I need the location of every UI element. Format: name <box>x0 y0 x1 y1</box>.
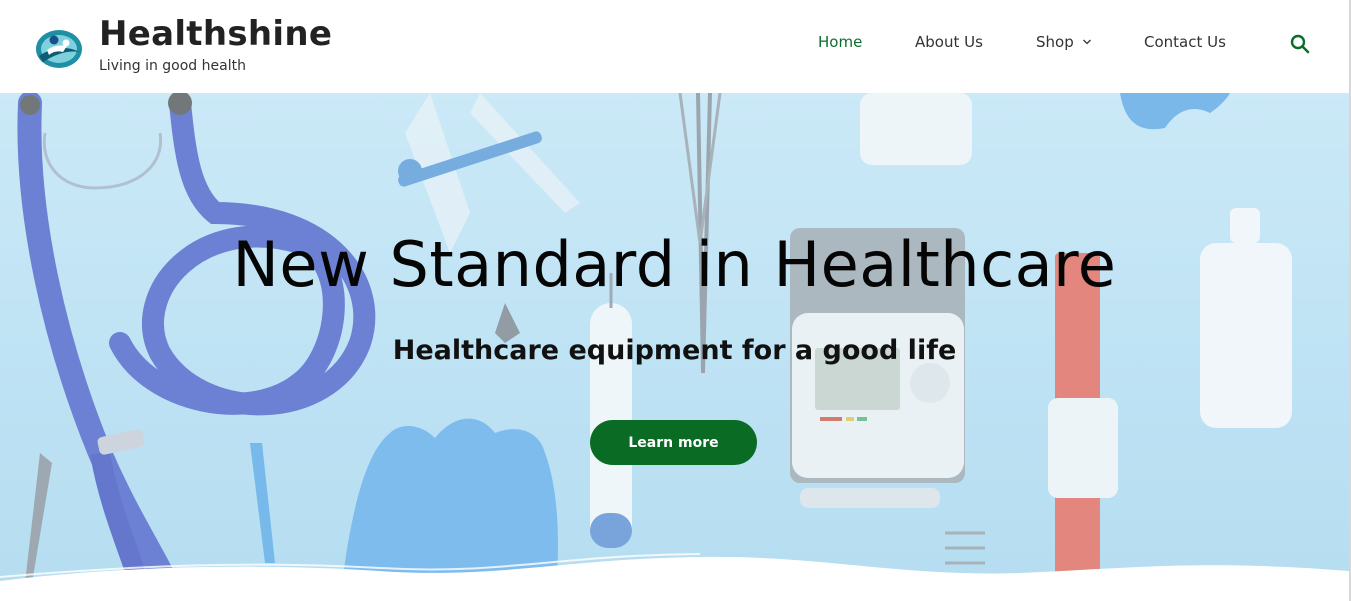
search-icon[interactable] <box>1289 33 1311 55</box>
hero-subheading: Healthcare equipment for a good life <box>392 335 957 366</box>
site-header: Healthshine Living in good health Home A… <box>0 0 1351 93</box>
hero-heading: New Standard in Healthcare <box>232 228 1117 301</box>
hero-section: New Standard in Healthcare Healthcare eq… <box>0 93 1349 601</box>
chevron-down-icon <box>1082 39 1091 45</box>
site-title[interactable]: Healthshine <box>99 14 332 54</box>
brand[interactable]: Healthshine Living in good health <box>33 14 332 74</box>
nav-item-contact-us[interactable]: Contact Us <box>1144 31 1226 53</box>
nav-item-shop[interactable]: Shop <box>1036 31 1092 53</box>
nav-item-shop-label: Shop <box>1036 33 1074 51</box>
site-tagline: Living in good health <box>99 58 246 74</box>
nav-item-about-us[interactable]: About Us <box>915 31 983 53</box>
healthshine-logo-icon <box>36 30 82 68</box>
hero-wave-divider <box>0 553 1349 601</box>
learn-more-button[interactable]: Learn more <box>590 420 757 465</box>
nav-item-home[interactable]: Home <box>818 31 862 53</box>
